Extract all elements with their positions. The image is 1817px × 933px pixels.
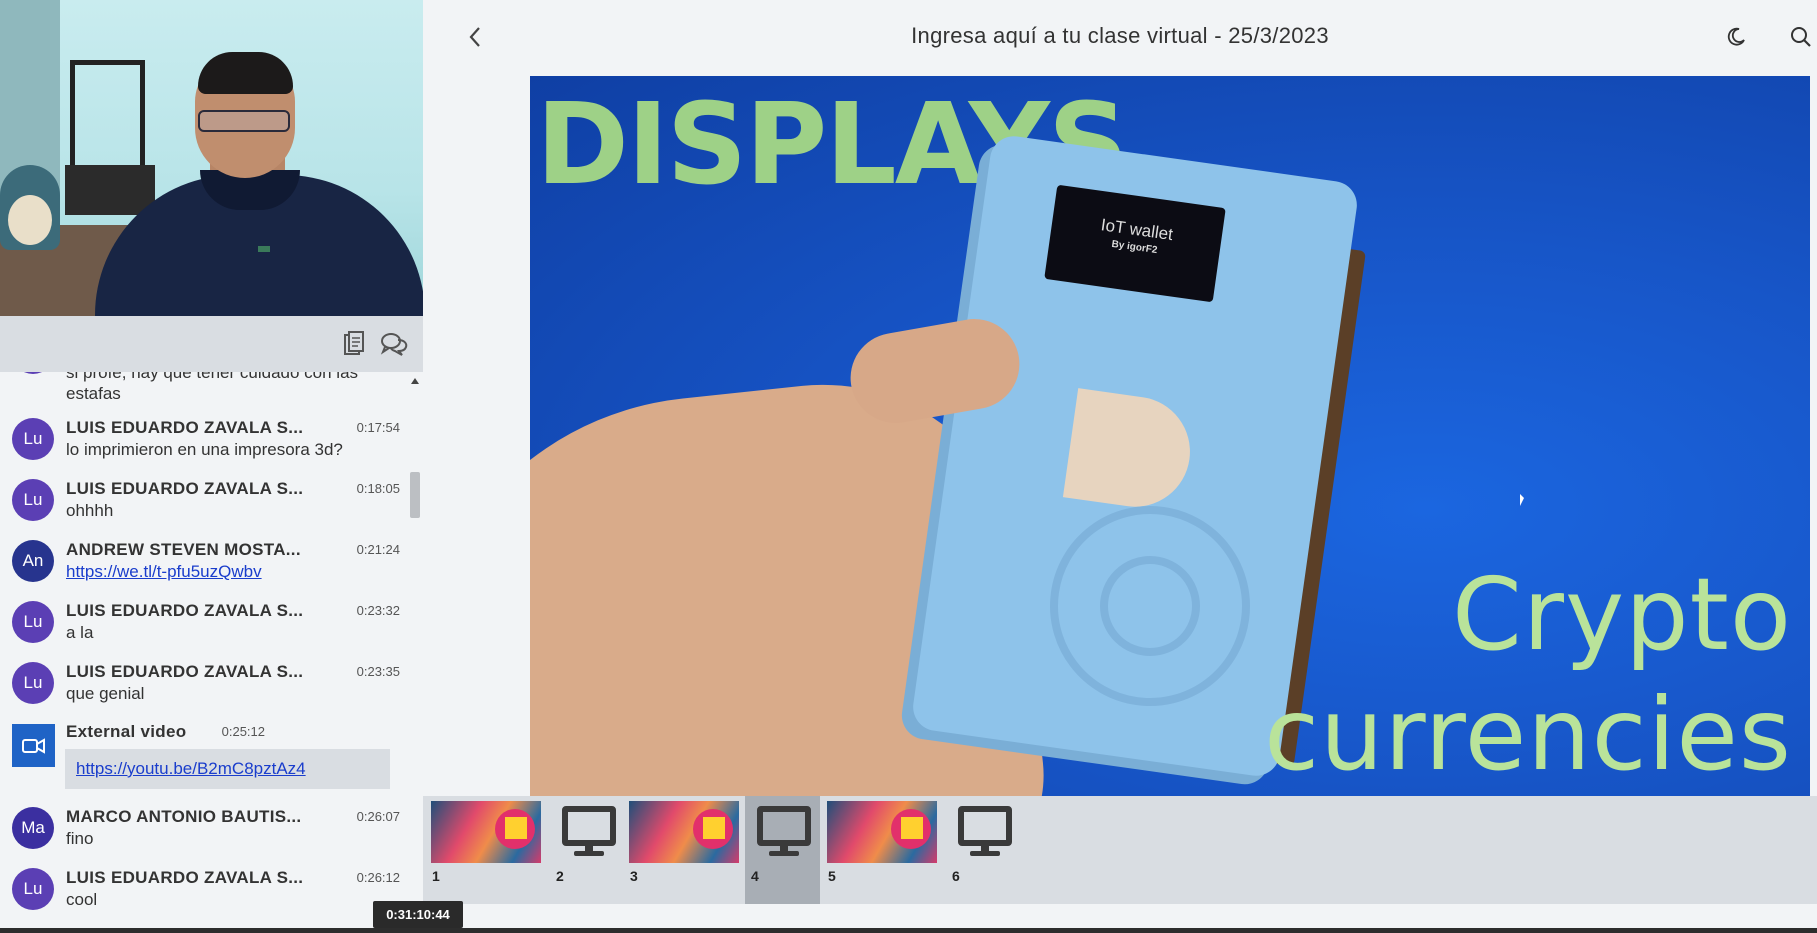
shirt-logo — [258, 246, 270, 252]
presenter-hair — [198, 52, 293, 94]
monitor-foot — [970, 851, 1000, 856]
external-video-message: External video 0:25:12 https://youtu.be/… — [0, 722, 407, 814]
monitor-icon — [958, 806, 1012, 846]
search-button[interactable] — [1788, 24, 1814, 50]
page-title: Ingresa aquí a tu clase virtual - 25/3/2… — [911, 23, 1329, 48]
message-sender: LUIS EDUARDO ZAVALA S... — [66, 479, 304, 498]
slide-thumbnail-strip: 1 2 3 4 5 6 — [423, 796, 1817, 904]
clipboard-icon[interactable] — [340, 330, 368, 358]
chat-message-list: si profe, hay que tener cuidado con las … — [0, 372, 407, 928]
seek-time-tooltip: 0:31:10:44 — [373, 901, 463, 928]
chat-bubbles-icon[interactable] — [380, 330, 408, 358]
message-text: si profe, hay que tener cuidado con las … — [66, 372, 359, 403]
theme-toggle-button[interactable] — [1723, 24, 1749, 50]
message-time: 0:26:12 — [356, 870, 400, 885]
chat-message: Lu LUIS EDUARDO ZAVALA S... 0:18:05 ohhh… — [0, 479, 407, 539]
slide-wallet-emblem-inner — [1100, 556, 1200, 656]
message-time: 0:25:12 — [221, 724, 265, 739]
message-text: fino — [66, 829, 94, 848]
webcam-printer — [70, 60, 145, 170]
chat-message: Lu LUIS EDUARDO ZAVALA S... 0:26:12 cool — [0, 868, 407, 928]
thumbnail-5[interactable]: 5 — [822, 796, 940, 904]
message-text: a la — [66, 623, 94, 642]
thumbnail-number: 5 — [828, 868, 836, 884]
message-time: 0:18:05 — [356, 481, 400, 496]
avatar: Lu — [12, 601, 54, 643]
app-root: si profe, hay que tener cuidado con las … — [0, 0, 1817, 933]
thumbnail-image — [431, 801, 541, 863]
message-sender: LUIS EDUARDO ZAVALA S... — [66, 601, 304, 620]
avatar — [12, 372, 54, 374]
avatar: Lu — [12, 418, 54, 460]
avatar: Ma — [12, 807, 54, 849]
monitor-foot — [574, 851, 604, 856]
thumbnail-image — [629, 801, 739, 863]
avatar: Lu — [12, 479, 54, 521]
webcam-video[interactable] — [0, 0, 423, 316]
message-sender: ANDREW STEVEN MOSTA... — [66, 540, 301, 559]
video-camera-icon — [12, 724, 55, 767]
thumbnail-6[interactable]: 6 — [946, 796, 1021, 904]
slide-text-crypto: Crypto — [1452, 556, 1792, 673]
message-link[interactable]: https://we.tl/t-pfu5uzQwbv — [66, 561, 262, 582]
moon-icon — [1727, 27, 1745, 46]
chat-message: Lu LUIS EDUARDO ZAVALA S... 0:23:32 a la — [0, 601, 407, 661]
slide-text-currencies: currencies — [1264, 676, 1792, 793]
playback-progress-bar[interactable] — [0, 928, 1817, 933]
message-text: cool — [66, 890, 98, 909]
chat-message: Ma MARCO ANTONIO BAUTIS... 0:26:07 fino — [0, 807, 407, 867]
thumbnail-number: 3 — [630, 868, 638, 884]
external-video-label: External video — [66, 722, 187, 741]
scrollbar-thumb[interactable] — [410, 472, 420, 518]
external-video-link[interactable]: https://youtu.be/B2mC8pztAz4 — [76, 759, 306, 778]
avatar: An — [12, 540, 54, 582]
scroll-up-arrow-icon[interactable] — [411, 378, 419, 384]
thumbnail-2[interactable]: 2 — [550, 796, 625, 904]
thumbnail-number: 4 — [751, 868, 759, 884]
message-sender: LUIS EDUARDO ZAVALA S... — [66, 662, 304, 681]
thumbnail-image — [827, 801, 937, 863]
mouse-cursor-icon — [1520, 494, 1524, 506]
chat-message: Lu LUIS EDUARDO ZAVALA S... 0:23:35 que … — [0, 662, 407, 722]
monitor-icon — [757, 806, 811, 846]
monitor-foot — [769, 851, 799, 856]
avatar: Lu — [12, 662, 54, 704]
presenter-glasses — [198, 110, 290, 132]
message-time: 0:17:54 — [356, 420, 400, 435]
thumbnail-4[interactable]: 4 — [745, 796, 820, 904]
message-time: 0:23:32 — [356, 603, 400, 618]
message-text: que genial — [66, 684, 145, 703]
message-time: 0:26:07 — [356, 809, 400, 824]
chat-message: Lu LUIS EDUARDO ZAVALA S... 0:17:54 lo i… — [0, 418, 407, 478]
message-sender: MARCO ANTONIO BAUTIS... — [66, 807, 302, 826]
external-video-link-box: https://youtu.be/B2mC8pztAz4 — [65, 749, 390, 789]
message-time: 0:23:35 — [356, 664, 400, 679]
thumbnail-1[interactable]: 1 — [426, 796, 544, 904]
chat-message-partial: si profe, hay que tener cuidado con las … — [0, 372, 407, 403]
message-time: 0:21:24 — [356, 542, 400, 557]
presentation-slide[interactable]: DISPLAYS IoT wallet By igorF2 Crypto cur… — [530, 76, 1810, 796]
monitor-icon — [562, 806, 616, 846]
thumbnail-number: 6 — [952, 868, 960, 884]
message-text: lo imprimieron en una impresora 3d? — [66, 440, 343, 459]
message-sender: LUIS EDUARDO ZAVALA S... — [66, 868, 304, 887]
message-text: ohhhh — [66, 501, 114, 520]
thumbnail-3[interactable]: 3 — [624, 796, 742, 904]
message-sender: LUIS EDUARDO ZAVALA S... — [66, 418, 304, 437]
chat-scrollbar[interactable] — [407, 372, 423, 928]
top-bar: Ingresa aquí a tu clase virtual - 25/3/2… — [423, 0, 1817, 74]
webcam-printer-base — [65, 165, 155, 215]
search-icon — [1791, 27, 1811, 47]
avatar: Lu — [12, 868, 54, 910]
thumbnail-number: 2 — [556, 868, 564, 884]
thumbnail-number: 1 — [432, 868, 440, 884]
webcam-plush-belly — [8, 195, 52, 245]
chat-message: An ANDREW STEVEN MOSTA... 0:21:24 https:… — [0, 540, 407, 600]
chat-toolbar — [0, 316, 423, 372]
